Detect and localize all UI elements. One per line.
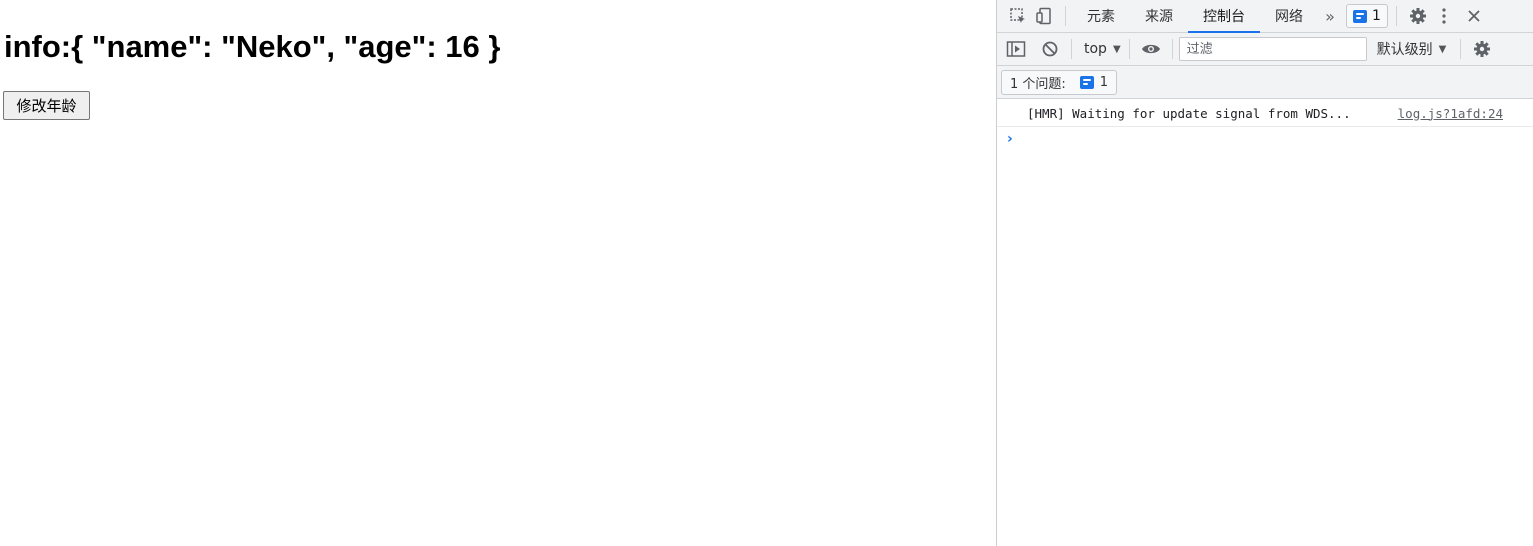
inspect-element-icon[interactable] — [1005, 3, 1031, 29]
clear-console-icon[interactable] — [1037, 36, 1063, 62]
device-toggle-icon[interactable] — [1031, 3, 1057, 29]
more-tabs-icon[interactable]: » — [1318, 7, 1342, 26]
toolbar-separator — [1071, 39, 1072, 59]
issues-bar: 1 个问题: 1 — [997, 66, 1533, 99]
info-heading: info:{ "name": "Neko", "age": 16 } — [4, 29, 501, 64]
chevron-down-icon: ▼ — [1438, 43, 1447, 55]
devtools-panel: 元素 来源 控制台 网络 » 1 top ▼ 过滤 默认级别 ▼ 1 个问题: … — [996, 0, 1533, 546]
log-levels-label: 默认级别 — [1376, 42, 1433, 58]
issues-badge[interactable]: 1 — [1346, 4, 1388, 28]
console-filter-input[interactable] — [1178, 37, 1367, 61]
chevron-down-icon: ▼ — [1112, 43, 1121, 55]
devtools-tabbar: 元素 来源 控制台 网络 » 1 — [997, 0, 1533, 34]
sidebar-toggle-icon[interactable] — [1003, 36, 1029, 62]
kebab-menu-icon[interactable] — [1431, 3, 1457, 29]
close-icon[interactable] — [1461, 3, 1487, 29]
prompt-chevron-icon: › — [1007, 131, 1013, 147]
tab-sources[interactable]: 来源 — [1130, 0, 1188, 33]
console-prompt-input[interactable] — [1021, 129, 1533, 149]
web-page: info:{ "name": "Neko", "age": 16 } 修改年龄 — [0, 0, 996, 546]
context-selector-label: top — [1084, 41, 1107, 57]
issues-label: 1 个问题: — [1010, 76, 1066, 92]
settings-gear-icon[interactable] — [1405, 3, 1431, 29]
console-message: [HMR] Waiting for update signal from WDS… — [997, 100, 1533, 127]
toolbar-separator — [1171, 39, 1173, 59]
issues-count: 1 — [1099, 74, 1109, 90]
issues-button[interactable]: 1 个问题: 1 — [1001, 69, 1118, 95]
context-selector[interactable]: top ▼ — [1076, 41, 1129, 57]
tab-network[interactable]: 网络 — [1260, 0, 1318, 33]
console-message-text: [HMR] Waiting for update signal from WDS… — [1027, 105, 1351, 121]
console-toolbar: top ▼ 默认级别 ▼ — [997, 33, 1533, 66]
tab-console[interactable]: 控制台 — [1188, 0, 1260, 34]
modify-age-button[interactable]: 修改年龄 — [3, 91, 90, 120]
tab-elements[interactable]: 元素 — [1072, 0, 1130, 33]
toolbar-separator — [1460, 39, 1462, 59]
message-icon — [1353, 9, 1367, 23]
toolbar-separator — [1396, 6, 1397, 26]
console-settings-gear-icon[interactable] — [1469, 36, 1495, 62]
live-expression-eye-icon[interactable] — [1138, 36, 1164, 62]
toolbar-separator — [1128, 39, 1130, 59]
console-output: [HMR] Waiting for update signal from WDS… — [997, 100, 1533, 546]
log-levels-dropdown[interactable]: 默认级别 ▼ — [1367, 39, 1457, 59]
console-message-source-link[interactable]: log.js?1afd:24 — [1398, 106, 1503, 121]
message-icon — [1079, 75, 1094, 89]
console-prompt[interactable]: › — [997, 127, 1533, 151]
toolbar-separator — [1065, 6, 1066, 26]
issues-badge-count: 1 — [1372, 8, 1381, 24]
